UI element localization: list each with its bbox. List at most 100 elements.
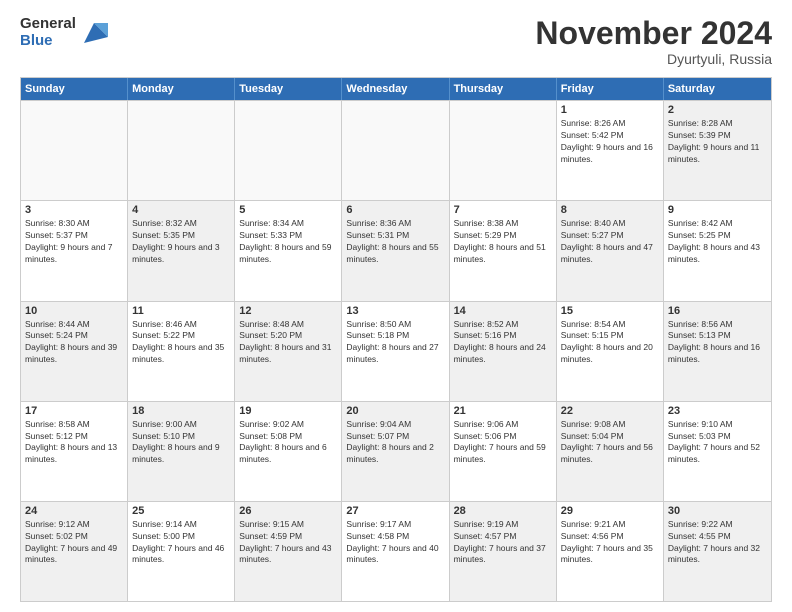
calendar-cell: 13 Sunrise: 8:50 AM Sunset: 5:18 PM Dayli… [342,302,449,401]
day-number: 19 [239,405,337,417]
day-number: 16 [668,305,767,317]
day-number: 10 [25,305,123,317]
day-number: 2 [668,104,767,116]
calendar-body: 1Sunrise: 8:26 AM Sunset: 5:42 PM Daylig… [21,100,771,601]
day-number: 12 [239,305,337,317]
calendar-cell: 22Sunrise: 9:08 AM Sunset: 5:04 PM Dayli… [557,402,664,501]
day-number: 1 [561,104,659,116]
day-info: Sunrise: 8:40 AM Sunset: 5:27 PM Dayligh… [561,218,659,266]
weekday-header: Tuesday [235,78,342,100]
day-number: 7 [454,204,552,216]
calendar-cell: 21 Sunrise: 9:06 AM Sunset: 5:06 PM Dayli… [450,402,557,501]
calendar-cell: 6 Sunrise: 8:36 AM Sunset: 5:31 PM Daylig… [342,201,449,300]
calendar-cell: 10Sunrise: 8:44 AM Sunset: 5:24 PM Dayli… [21,302,128,401]
calendar-cell: 28 Sunrise: 9:19 AM Sunset: 4:57 PM Dayli… [450,502,557,601]
day-info: Sunrise: 9:02 AM Sunset: 5:08 PM Dayligh… [239,419,337,467]
weekday-header: Sunday [21,78,128,100]
day-number: 6 [346,204,444,216]
calendar-cell: 25Sunrise: 9:14 AM Sunset: 5:00 PM Dayli… [128,502,235,601]
calendar-cell: 2Sunrise: 8:28 AM Sunset: 5:39 PM Daylig… [664,101,771,200]
calendar-cell: 20 Sunrise: 9:04 AM Sunset: 5:07 PM Dayli… [342,402,449,501]
calendar-header: SundayMondayTuesdayWednesdayThursdayFrid… [21,78,771,100]
day-info: Sunrise: 9:00 AM Sunset: 5:10 PM Dayligh… [132,419,230,467]
logo: General Blue [20,16,108,49]
day-number: 8 [561,204,659,216]
day-info: Sunrise: 8:58 AM Sunset: 5:12 PM Dayligh… [25,419,123,467]
calendar-cell: 5 Sunrise: 8:34 AM Sunset: 5:33 PM Daylig… [235,201,342,300]
day-info: Sunrise: 8:54 AM Sunset: 5:15 PM Dayligh… [561,319,659,367]
day-number: 25 [132,505,230,517]
calendar-row: 3Sunrise: 8:30 AM Sunset: 5:37 PM Daylig… [21,200,771,300]
day-number: 17 [25,405,123,417]
day-number: 23 [668,405,767,417]
day-number: 20 [346,405,444,417]
calendar-cell: 7 Sunrise: 8:38 AM Sunset: 5:29 PM Daylig… [450,201,557,300]
day-info: Sunrise: 9:08 AM Sunset: 5:04 PM Dayligh… [561,419,659,467]
calendar-row: 1Sunrise: 8:26 AM Sunset: 5:42 PM Daylig… [21,100,771,200]
weekday-header: Friday [557,78,664,100]
calendar-cell: 30Sunrise: 9:22 AM Sunset: 4:55 PM Dayli… [664,502,771,601]
calendar-cell: 16 Sunrise: 8:56 AM Sunset: 5:13 PM Dayli… [664,302,771,401]
calendar-cell [342,101,449,200]
calendar-cell: 8 Sunrise: 8:40 AM Sunset: 5:27 PM Daylig… [557,201,664,300]
day-info: Sunrise: 8:48 AM Sunset: 5:20 PM Dayligh… [239,319,337,367]
calendar-cell: 12 Sunrise: 8:48 AM Sunset: 5:20 PM Dayli… [235,302,342,401]
calendar-row: 17 Sunrise: 8:58 AM Sunset: 5:12 PM Dayli… [21,401,771,501]
day-number: 13 [346,305,444,317]
day-info: Sunrise: 8:50 AM Sunset: 5:18 PM Dayligh… [346,319,444,367]
page-header: General Blue November 2024 Dyurtyuli, Ru… [20,16,772,67]
day-number: 15 [561,305,659,317]
day-info: Sunrise: 8:52 AM Sunset: 5:16 PM Dayligh… [454,319,552,367]
calendar-cell: 24 Sunrise: 9:12 AM Sunset: 5:02 PM Dayli… [21,502,128,601]
logo-general: General [20,16,76,33]
day-number: 28 [454,505,552,517]
day-info: Sunrise: 8:34 AM Sunset: 5:33 PM Dayligh… [239,218,337,266]
day-number: 9 [668,204,767,216]
weekday-header: Wednesday [342,78,449,100]
day-number: 4 [132,204,230,216]
logo-blue: Blue [20,33,76,50]
day-number: 18 [132,405,230,417]
calendar-cell: 17 Sunrise: 8:58 AM Sunset: 5:12 PM Dayli… [21,402,128,501]
day-info: Sunrise: 9:12 AM Sunset: 5:02 PM Dayligh… [25,519,123,567]
calendar-cell: 23 Sunrise: 9:10 AM Sunset: 5:03 PM Dayli… [664,402,771,501]
day-number: 24 [25,505,123,517]
logo-icon [80,19,108,47]
day-info: Sunrise: 8:56 AM Sunset: 5:13 PM Dayligh… [668,319,767,367]
day-info: Sunrise: 9:06 AM Sunset: 5:06 PM Dayligh… [454,419,552,467]
day-info: Sunrise: 9:15 AM Sunset: 4:59 PM Dayligh… [239,519,337,567]
calendar-cell: 27 Sunrise: 9:17 AM Sunset: 4:58 PM Dayli… [342,502,449,601]
day-info: Sunrise: 8:38 AM Sunset: 5:29 PM Dayligh… [454,218,552,266]
day-info: Sunrise: 9:04 AM Sunset: 5:07 PM Dayligh… [346,419,444,467]
day-number: 21 [454,405,552,417]
day-info: Sunrise: 9:10 AM Sunset: 5:03 PM Dayligh… [668,419,767,467]
calendar-cell [21,101,128,200]
day-number: 27 [346,505,444,517]
day-info: Sunrise: 8:36 AM Sunset: 5:31 PM Dayligh… [346,218,444,266]
location: Dyurtyuli, Russia [535,51,772,67]
calendar-cell: 18 Sunrise: 9:00 AM Sunset: 5:10 PM Dayli… [128,402,235,501]
calendar-cell: 3Sunrise: 8:30 AM Sunset: 5:37 PM Daylig… [21,201,128,300]
day-number: 26 [239,505,337,517]
calendar-cell: 29 Sunrise: 9:21 AM Sunset: 4:56 PM Dayli… [557,502,664,601]
day-info: Sunrise: 8:32 AM Sunset: 5:35 PM Dayligh… [132,218,230,266]
day-number: 5 [239,204,337,216]
day-info: Sunrise: 9:17 AM Sunset: 4:58 PM Dayligh… [346,519,444,567]
calendar-cell: 1Sunrise: 8:26 AM Sunset: 5:42 PM Daylig… [557,101,664,200]
calendar-cell: 11Sunrise: 8:46 AM Sunset: 5:22 PM Dayli… [128,302,235,401]
calendar-cell [450,101,557,200]
calendar: SundayMondayTuesdayWednesdayThursdayFrid… [20,77,772,602]
weekday-header: Saturday [664,78,771,100]
month-title: November 2024 [535,16,772,51]
day-number: 3 [25,204,123,216]
day-info: Sunrise: 9:19 AM Sunset: 4:57 PM Dayligh… [454,519,552,567]
day-number: 29 [561,505,659,517]
weekday-header: Monday [128,78,235,100]
weekday-header: Thursday [450,78,557,100]
day-info: Sunrise: 9:21 AM Sunset: 4:56 PM Dayligh… [561,519,659,567]
calendar-cell: 15 Sunrise: 8:54 AM Sunset: 5:15 PM Dayli… [557,302,664,401]
calendar-cell: 4 Sunrise: 8:32 AM Sunset: 5:35 PM Daylig… [128,201,235,300]
calendar-cell: 9Sunrise: 8:42 AM Sunset: 5:25 PM Daylig… [664,201,771,300]
calendar-row: 10Sunrise: 8:44 AM Sunset: 5:24 PM Dayli… [21,301,771,401]
calendar-cell: 26 Sunrise: 9:15 AM Sunset: 4:59 PM Dayli… [235,502,342,601]
